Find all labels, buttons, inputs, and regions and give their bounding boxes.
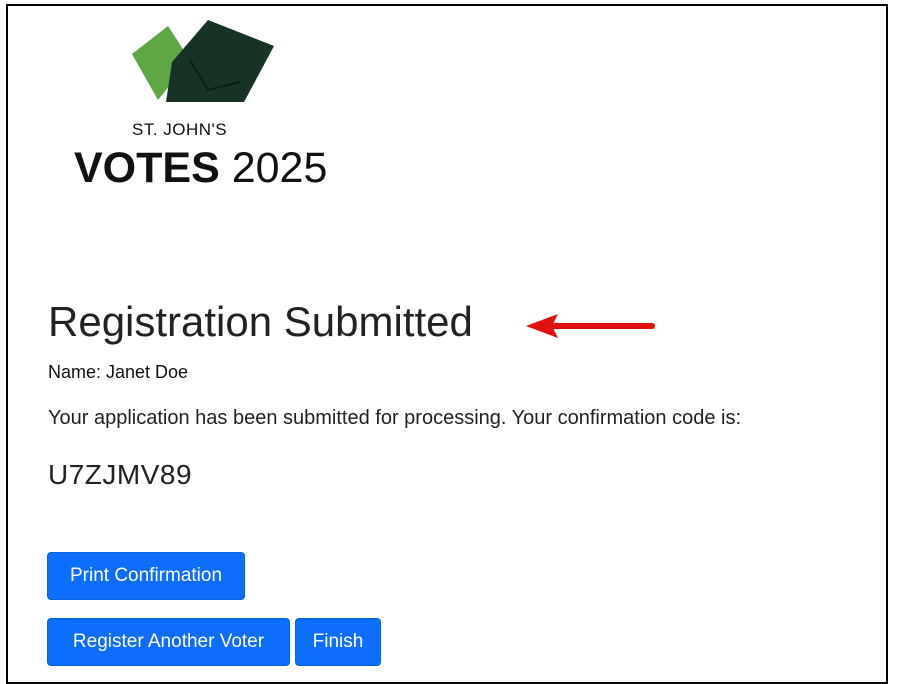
print-confirmation-button[interactable]: Print Confirmation: [47, 552, 245, 600]
voter-name: Name: Janet Doe: [48, 362, 189, 382]
st-johns-votes-logo: ST. JOHN'S VOTES 2025: [74, 20, 334, 192]
register-another-voter-button[interactable]: Register Another Voter: [47, 618, 290, 666]
logo-year-text: 2025: [219, 144, 328, 192]
confirmation-code: U7ZJMV89: [48, 459, 193, 490]
ballot-logo-icon: [132, 20, 274, 102]
page-frame: ST. JOHN'S VOTES 2025 Registration Submi…: [6, 4, 888, 684]
logo-votes-text: VOTES: [74, 144, 220, 192]
arrow-left-icon: [526, 314, 655, 338]
confirmation-message: Your application has been submitted for …: [48, 407, 742, 429]
logo-title: VOTES 2025: [74, 144, 327, 193]
logo-city-text: ST. JOHN'S: [132, 120, 228, 139]
page-title: Registration Submitted: [48, 298, 473, 345]
finish-button[interactable]: Finish: [295, 618, 381, 666]
